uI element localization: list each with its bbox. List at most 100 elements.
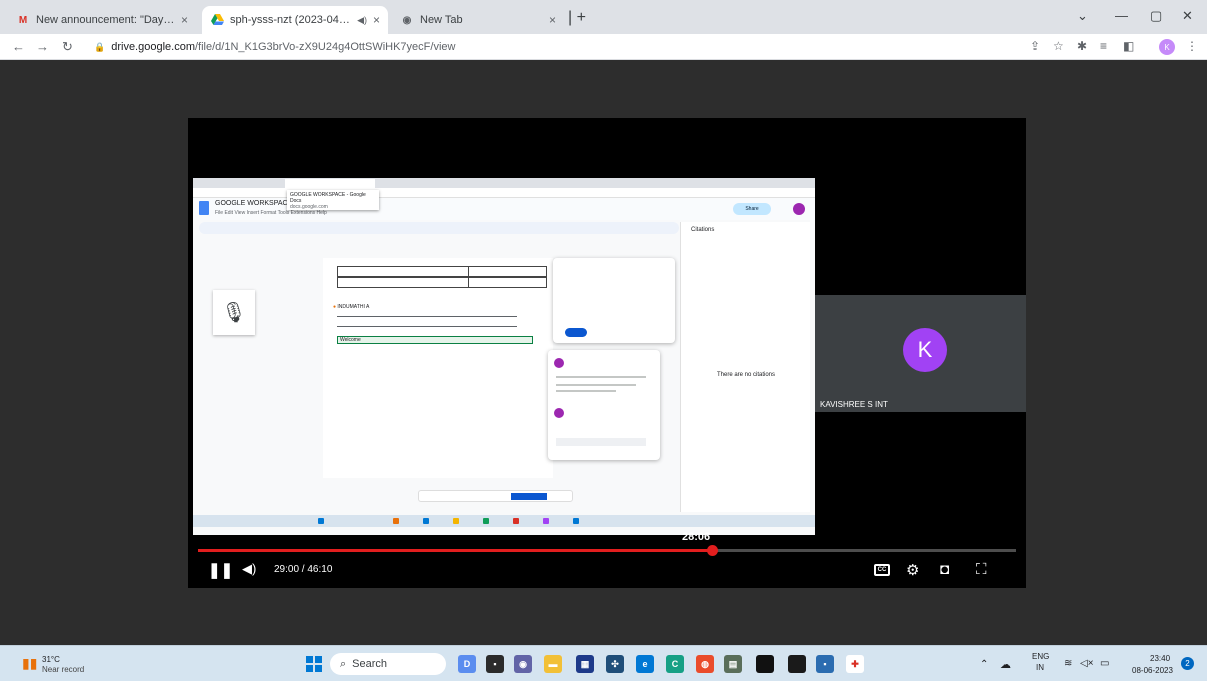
clock-time[interactable]: 23:40 — [1150, 654, 1170, 663]
video-player[interactable]: GOOGLE WORKSPACE File Edit View Insert F… — [188, 118, 1026, 588]
restore-icon[interactable]: ▢ — [1150, 8, 1162, 24]
wifi-icon[interactable]: ≋ — [1064, 658, 1072, 669]
close-window-icon[interactable]: ✕ — [1182, 8, 1193, 24]
app-icon[interactable]: ✣ — [606, 655, 624, 673]
table-row — [337, 277, 547, 288]
hover-card-host: docs.google.com — [290, 204, 328, 210]
comment-line — [556, 384, 636, 386]
google-drive-icon — [210, 13, 224, 27]
network-cloud-icon[interactable]: ☁ — [1000, 658, 1011, 671]
docs-toolbar — [199, 222, 679, 234]
address-bar[interactable]: 🔒 drive.google.com /file/d/1N_K1G3brVo-z… — [94, 37, 1014, 57]
inner-taskbar — [193, 515, 815, 527]
microphone-icon: 🎙 — [213, 290, 255, 335]
share-icon[interactable]: ⇪ — [1030, 39, 1040, 53]
clock-date[interactable]: 08-06-2023 — [1132, 666, 1173, 675]
suggested-text: Welcome — [337, 336, 533, 344]
progress-played — [198, 549, 712, 552]
weather-temp: 31°C — [42, 655, 60, 664]
doc-title: GOOGLE WORKSPACE — [215, 200, 293, 207]
new-tab-button[interactable]: | + — [568, 9, 586, 27]
hover-card-title: GOOGLE WORKSPACE - Google Docs — [290, 192, 366, 204]
forward-icon[interactable]: → — [36, 39, 49, 54]
fullscreen-icon[interactable]: ⛶ — [976, 561, 987, 578]
start-button[interactable] — [306, 656, 322, 672]
minimize-icon[interactable]: — — [1115, 8, 1128, 23]
tab-title: New Tab — [420, 14, 463, 26]
stop-sharing-button — [511, 493, 547, 500]
weather-icon[interactable]: ▮▮ — [22, 656, 37, 670]
bullet-icon: ● — [333, 304, 337, 310]
store-icon[interactable]: ▦ — [576, 655, 594, 673]
calculator-icon[interactable]: ▤ — [724, 655, 742, 673]
tab-search-icon[interactable]: ⌄ — [1077, 8, 1088, 24]
reload-icon[interactable]: ↻ — [62, 39, 73, 55]
docs-share-button: Share — [733, 203, 771, 215]
inner-active-tab — [285, 179, 375, 188]
task-view-icon[interactable]: ▪ — [486, 655, 504, 673]
comment-card — [548, 350, 660, 460]
battery-icon[interactable]: ▭ — [1100, 658, 1109, 669]
comment-avatar — [554, 408, 564, 418]
tab-new-tab[interactable]: ◉ New Tab × — [392, 6, 564, 34]
captions-button[interactable]: CC — [874, 564, 890, 576]
language-top[interactable]: ENG — [1032, 652, 1049, 661]
reply-box — [556, 438, 646, 446]
doc-line — [337, 316, 517, 317]
gmail-icon: M — [18, 14, 28, 26]
timecode: 29:00 / 46:10 — [274, 564, 333, 575]
tab-title: sph-ysss-nzt (2023-04-26 11 — [230, 14, 352, 26]
tab-title: New announcement: "Day 5 link — [36, 14, 175, 26]
miniplayer-icon[interactable]: ◘ — [940, 561, 949, 578]
search-icon: ⌕ — [340, 657, 347, 670]
tab-strip: M New announcement: "Day 5 link × sph-ys… — [0, 0, 1207, 34]
share-popup-button — [565, 328, 587, 337]
doc-heading: ● INDUMATHI A — [333, 304, 370, 310]
taskbar-search[interactable]: ⌕ Search — [330, 653, 446, 675]
language-bottom[interactable]: IN — [1036, 663, 1044, 672]
edge-browser-icon[interactable]: C — [666, 655, 684, 673]
citations-panel: Citations There are no citations — [680, 222, 810, 512]
table-row — [337, 266, 547, 277]
close-icon[interactable]: × — [373, 13, 380, 27]
app-icon[interactable] — [788, 655, 806, 673]
tab-drive[interactable]: sph-ysss-nzt (2023-04-26 11 ◀) × — [202, 6, 388, 34]
comment-line — [556, 376, 646, 378]
inner-tab-strip — [193, 178, 815, 188]
edge-icon[interactable]: e — [636, 655, 654, 673]
docs-avatar — [793, 203, 805, 215]
weather-desc: Near record — [42, 665, 85, 674]
google-drive-icon[interactable]: ✚ — [846, 655, 864, 673]
volume-icon[interactable]: ◁× — [1080, 658, 1094, 669]
volume-icon[interactable]: ◀) — [242, 561, 256, 577]
browser-toolbar: ← → ↻ 🔒 drive.google.com /file/d/1N_K1G3… — [0, 34, 1207, 60]
progress-bar[interactable] — [198, 545, 1016, 556]
hover-time: 28:06 — [682, 531, 711, 543]
close-icon[interactable]: × — [181, 13, 188, 27]
app-icon[interactable]: ▪ — [816, 655, 834, 673]
scrubber-handle[interactable] — [706, 545, 718, 556]
chrome-icon: ◉ — [402, 14, 412, 26]
pause-icon[interactable]: ❚❚ — [208, 561, 233, 579]
back-icon[interactable]: ← — [12, 39, 25, 54]
extensions-icon[interactable]: ✱ — [1077, 39, 1087, 53]
tab-gmail[interactable]: M New announcement: "Day 5 link × — [8, 6, 196, 34]
widgets-icon[interactable]: D — [458, 655, 476, 673]
side-panel-icon[interactable]: ◧ — [1123, 39, 1134, 53]
comment-avatar — [554, 358, 564, 368]
tray-overflow-icon[interactable]: ⌃ — [980, 659, 988, 670]
settings-gear-icon[interactable]: ⚙ — [906, 561, 919, 579]
terminal-icon[interactable] — [756, 655, 774, 673]
reading-list-icon[interactable]: ≡ — [1100, 39, 1107, 53]
firefox-icon[interactable]: ◍ — [696, 655, 714, 673]
profile-avatar[interactable]: K — [1159, 39, 1175, 55]
file-explorer-icon[interactable]: ▬ — [544, 655, 562, 673]
speaker-icon[interactable]: ◀) — [357, 15, 367, 26]
search-label: Search — [352, 658, 388, 670]
bookmark-star-icon[interactable]: ☆ — [1053, 39, 1064, 53]
close-icon[interactable]: × — [549, 13, 556, 27]
doc-line — [337, 326, 517, 327]
notification-badge[interactable]: 2 — [1181, 657, 1194, 670]
chat-icon[interactable]: ◉ — [514, 655, 532, 673]
menu-icon[interactable]: ⋮ — [1186, 39, 1198, 53]
